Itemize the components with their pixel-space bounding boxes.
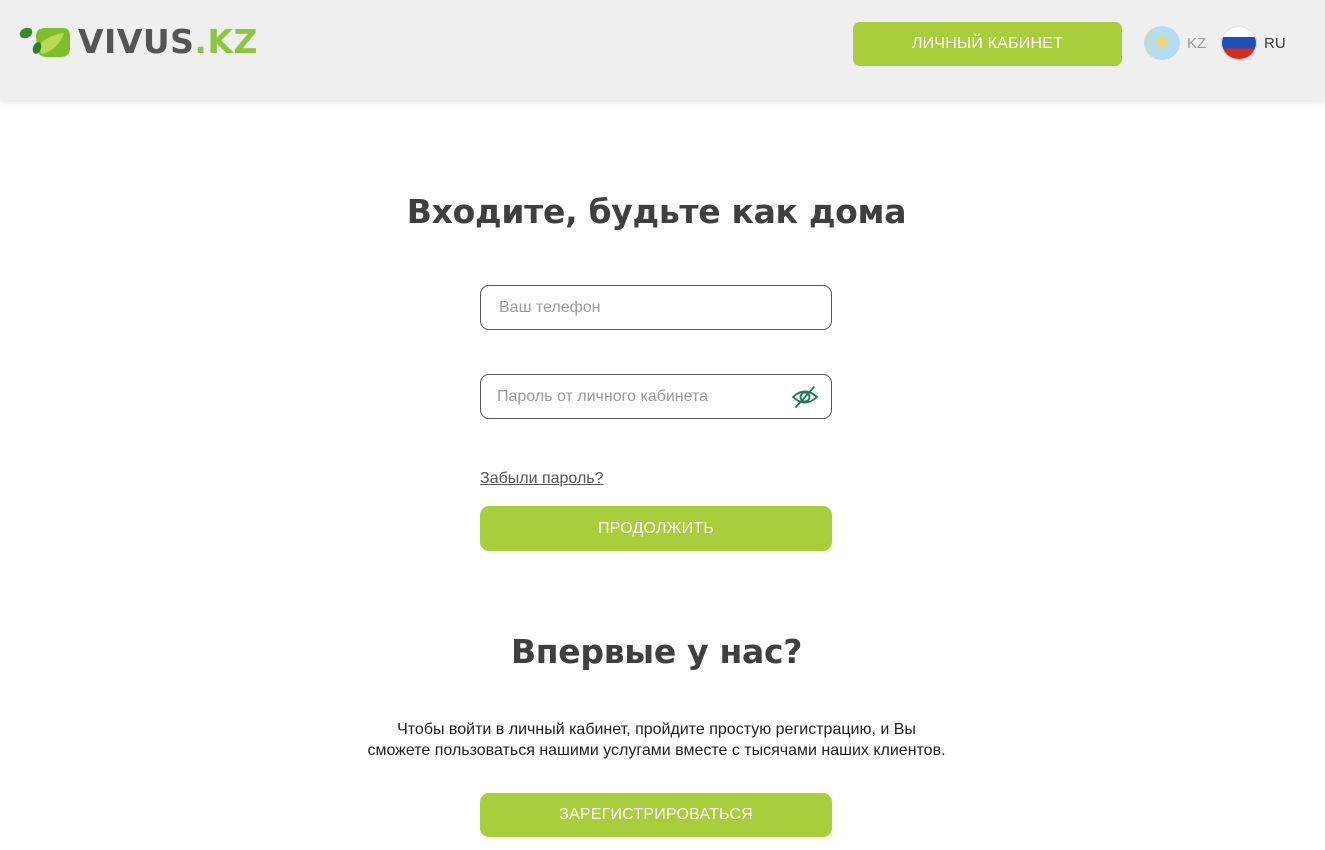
language-ru-option[interactable]: RU <box>1221 26 1286 60</box>
vivus-logo[interactable]: VIVUS.KZ <box>18 22 258 61</box>
language-kz-label: KZ <box>1187 34 1207 52</box>
site-header: VIVUS.KZ ЛИЧНЫЙ КАБИНЕТ KZ RU <box>0 0 1325 100</box>
kz-flag-icon <box>1144 26 1180 60</box>
forgot-password-link[interactable]: Забыли пароль? <box>480 470 604 488</box>
password-field <box>480 374 832 419</box>
register-description-line-2: сможете пользоваться нашими услугами вме… <box>367 742 946 759</box>
language-ru-label: RU <box>1264 34 1286 52</box>
continue-button[interactable]: ПРОДОЛЖИТЬ <box>480 506 832 551</box>
ru-flag-icon <box>1221 26 1257 60</box>
register-description-line-1: Чтобы войти в личный кабинет, пройдите п… <box>397 721 916 738</box>
personal-cabinet-button[interactable]: ЛИЧНЫЙ КАБИНЕТ <box>853 22 1122 66</box>
register-description: Чтобы войти в личный кабинет, пройдите п… <box>0 719 1313 761</box>
logo-text: VIVUS.KZ <box>78 22 258 61</box>
phone-input[interactable] <box>481 286 831 329</box>
leaf-logo-icon <box>19 27 70 57</box>
logo-tld: .KZ <box>194 21 258 61</box>
eye-slash-icon[interactable] <box>791 384 819 410</box>
phone-field <box>480 285 832 330</box>
language-kz-option[interactable]: KZ <box>1144 26 1206 60</box>
register-title: Впервые у нас? <box>510 632 803 671</box>
password-input[interactable] <box>481 375 831 418</box>
logo-brand: VIVUS <box>78 21 195 61</box>
login-title: Входите, будьте как дома <box>406 192 907 231</box>
register-button[interactable]: ЗАРЕГИСТРИРОВАТЬСЯ <box>480 793 832 837</box>
